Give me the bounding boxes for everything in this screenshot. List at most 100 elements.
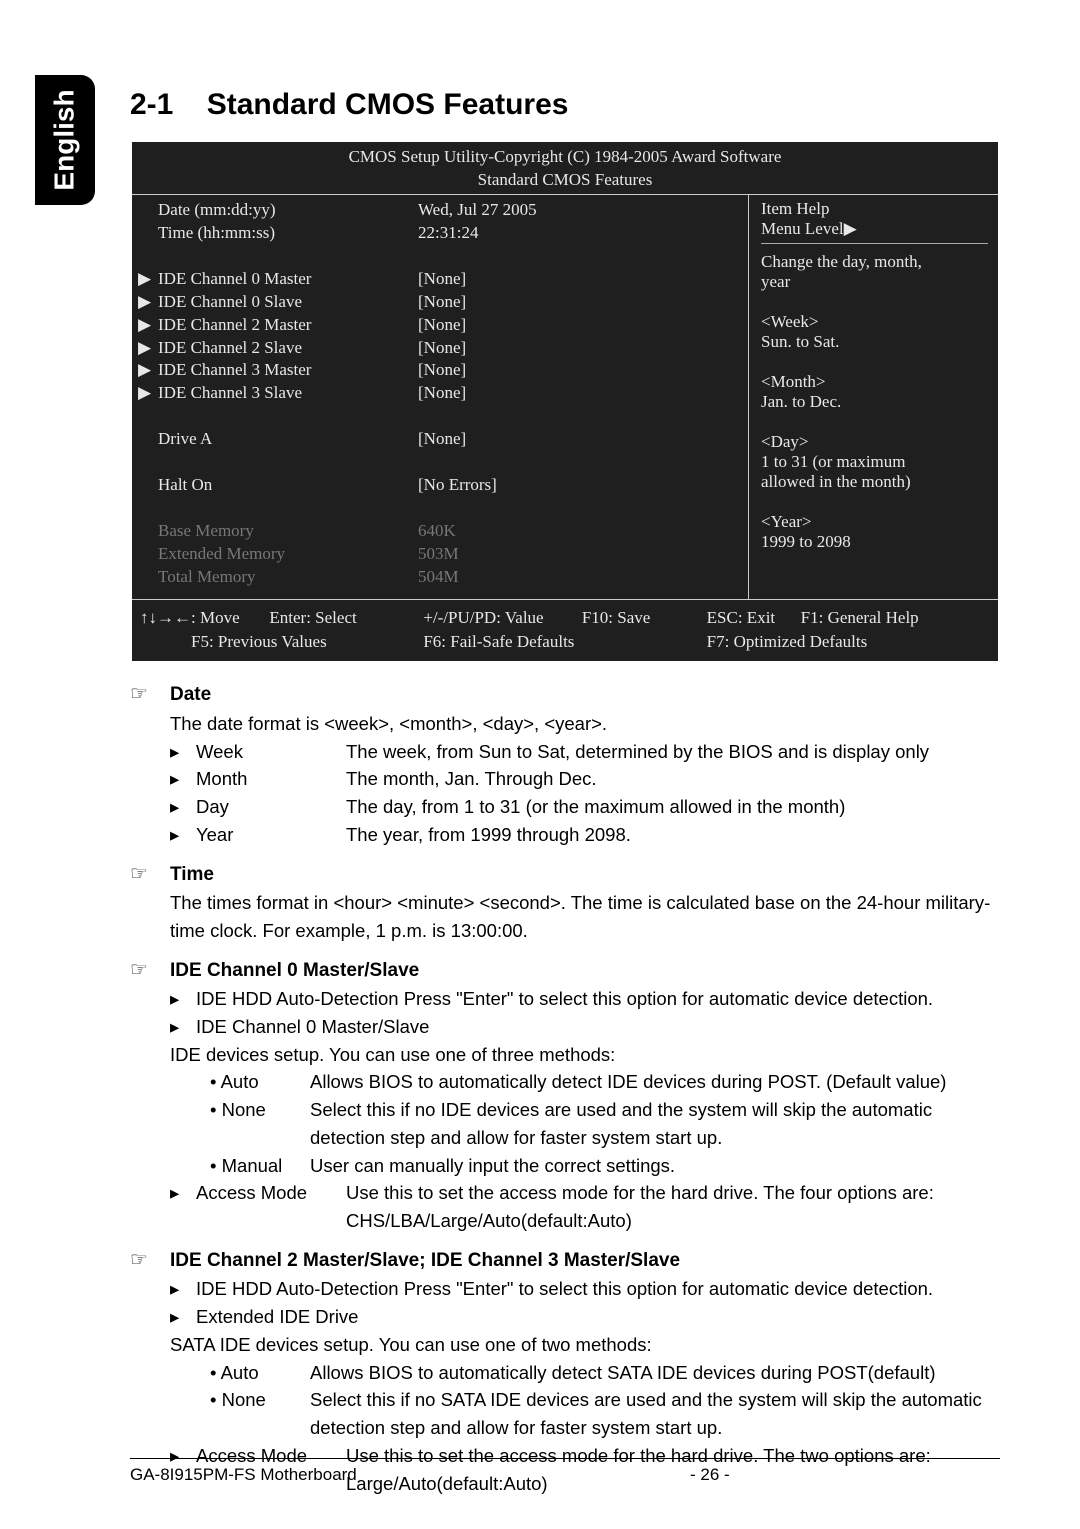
menu-level: Menu Level▶	[761, 219, 988, 239]
setting-value: [None]	[418, 268, 742, 291]
bios-setting-row: Time (hh:mm:ss)22:31:24	[138, 222, 742, 245]
help-line: <Day>	[761, 432, 988, 452]
option-row: • AutoAllows BIOS to automatically detec…	[210, 1359, 1000, 1387]
setting-label: IDE Channel 3 Slave	[158, 382, 418, 405]
help-line: Jan. to Dec.	[761, 392, 988, 412]
setting-label: Date (mm:dd:yy)	[158, 199, 418, 222]
ide0-access-k: Access Mode	[196, 1179, 346, 1235]
setting-label: IDE Channel 0 Slave	[158, 291, 418, 314]
fwd-icon: ▸	[170, 765, 196, 793]
help-text: Change the day, month,year <Week>Sun. to…	[761, 252, 988, 552]
submenu-arrow-icon	[138, 474, 158, 497]
bios-setting-row: ▶IDE Channel 0 Master[None]	[138, 268, 742, 291]
help-line: Change the day, month,	[761, 252, 988, 272]
fwd-icon: ▸	[170, 1275, 196, 1303]
help-line: 1 to 31 (or maximum	[761, 452, 988, 472]
help-line: Sun. to Sat.	[761, 332, 988, 352]
bios-setting-row: Base Memory640K	[138, 520, 742, 543]
page-content: 2-1 Standard CMOS Features CMOS Setup Ut…	[130, 88, 1000, 1507]
help-line: <Week>	[761, 312, 988, 332]
submenu-arrow-icon	[138, 222, 158, 245]
help-line: <Year>	[761, 512, 988, 532]
submenu-arrow-icon: ▶	[138, 291, 158, 314]
setting-label: Extended Memory	[158, 543, 418, 566]
option-val: Allows BIOS to automatically detect SATA…	[310, 1359, 1000, 1387]
date-item-row: ▸MonthThe month, Jan. Through Dec.	[170, 765, 1000, 793]
nav-exit: ESC: Exit	[707, 608, 775, 627]
bios-screenshot: CMOS Setup Utility-Copyright (C) 1984-20…	[130, 140, 1000, 663]
date-item-val: The year, from 1999 through 2098.	[346, 821, 1000, 849]
help-line: 1999 to 2098	[761, 532, 988, 552]
time-text: The times format in <hour> <minute> <sec…	[170, 889, 1000, 945]
bios-setting-row: Date (mm:dd:yy)Wed, Jul 27 2005	[138, 199, 742, 222]
ide23-l2: Extended IDE Drive	[196, 1306, 358, 1327]
option-key: • None	[210, 1096, 310, 1152]
footer-left: GA-8I915PM-FS Motherboard	[130, 1465, 440, 1485]
help-line: allowed in the month)	[761, 472, 988, 492]
date-item-row: ▸DayThe day, from 1 to 31 (or the maximu…	[170, 793, 1000, 821]
setting-value: [None]	[418, 314, 742, 337]
option-key: • Auto	[210, 1068, 310, 1096]
entry-ide0: ☞ IDE Channel 0 Master/Slave ▸IDE HDD Au…	[130, 955, 1000, 1235]
section-title-text: Standard CMOS Features	[207, 88, 569, 121]
ide0-l2: IDE Channel 0 Master/Slave	[196, 1016, 429, 1037]
entry-date: ☞ Date The date format is <week>, <month…	[130, 679, 1000, 848]
setting-value: [None]	[418, 291, 742, 314]
submenu-arrow-icon	[138, 428, 158, 451]
date-intro: The date format is <week>, <month>, <day…	[170, 710, 1000, 738]
section-heading: 2-1 Standard CMOS Features	[130, 88, 1000, 122]
option-row: • NoneSelect this if no SATA IDE devices…	[210, 1386, 1000, 1442]
bios-footer: ↑↓→←: Move Enter: Select F5: Previous Va…	[132, 600, 998, 662]
help-line	[761, 492, 988, 512]
bios-setting-row: Extended Memory503M	[138, 543, 742, 566]
bios-header-line1: CMOS Setup Utility-Copyright (C) 1984-20…	[132, 146, 998, 169]
setting-value: [None]	[418, 428, 742, 451]
setting-label: IDE Channel 2 Master	[158, 314, 418, 337]
page-footer: GA-8I915PM-FS Motherboard - 26 -	[130, 1458, 1000, 1485]
pointer-icon: ☞	[130, 859, 170, 889]
setting-label: Halt On	[158, 474, 418, 497]
nav-select: Enter: Select	[269, 608, 356, 627]
option-row: • ManualUser can manually input the corr…	[210, 1152, 1000, 1180]
ide0-l3: IDE devices setup. You can use one of th…	[170, 1041, 1000, 1069]
fwd-icon: ▸	[170, 985, 196, 1013]
ide23-l3: SATA IDE devices setup. You can use one …	[170, 1331, 1000, 1359]
bios-setting-row: ▶IDE Channel 3 Slave[None]	[138, 382, 742, 405]
nav-value: +/-/PU/PD: Value	[423, 608, 543, 627]
documentation-body: ☞ Date The date format is <week>, <month…	[130, 663, 1000, 1497]
option-key: • Auto	[210, 1359, 310, 1387]
option-val: Allows BIOS to automatically detect IDE …	[310, 1068, 1000, 1096]
submenu-arrow-icon	[138, 566, 158, 589]
nav-move: ↑↓→←: Move	[140, 608, 240, 627]
setting-label: IDE Channel 0 Master	[158, 268, 418, 291]
setting-value: Wed, Jul 27 2005	[418, 199, 742, 222]
submenu-arrow-icon: ▶	[138, 314, 158, 337]
setting-value: 22:31:24	[418, 222, 742, 245]
submenu-arrow-icon	[138, 520, 158, 543]
pointer-icon: ☞	[130, 955, 170, 985]
pointer-icon: ☞	[130, 679, 170, 709]
setting-value: [None]	[418, 382, 742, 405]
section-number: 2-1	[130, 88, 173, 121]
date-item-val: The week, from Sun to Sat, determined by…	[346, 738, 1000, 766]
pointer-icon: ☞	[130, 1245, 170, 1275]
help-line: year	[761, 272, 988, 292]
submenu-arrow-icon	[138, 543, 158, 566]
submenu-arrow-icon: ▶	[138, 268, 158, 291]
setting-label: Time (hh:mm:ss)	[158, 222, 418, 245]
setting-value: 504M	[418, 566, 742, 589]
submenu-arrow-icon	[138, 199, 158, 222]
date-item-key: Week	[196, 738, 346, 766]
option-key: • None	[210, 1386, 310, 1442]
nav-f5: F5: Previous Values	[191, 632, 327, 651]
bios-setting-row: ▶IDE Channel 2 Master[None]	[138, 314, 742, 337]
submenu-arrow-icon: ▶	[138, 359, 158, 382]
date-item-key: Month	[196, 765, 346, 793]
date-item-val: The day, from 1 to 31 (or the maximum al…	[346, 793, 1000, 821]
fwd-icon: ▸	[170, 1013, 196, 1041]
help-line: <Month>	[761, 372, 988, 392]
submenu-arrow-icon: ▶	[138, 382, 158, 405]
help-line	[761, 292, 988, 312]
option-key: • Manual	[210, 1152, 310, 1180]
setting-value: 640K	[418, 520, 742, 543]
